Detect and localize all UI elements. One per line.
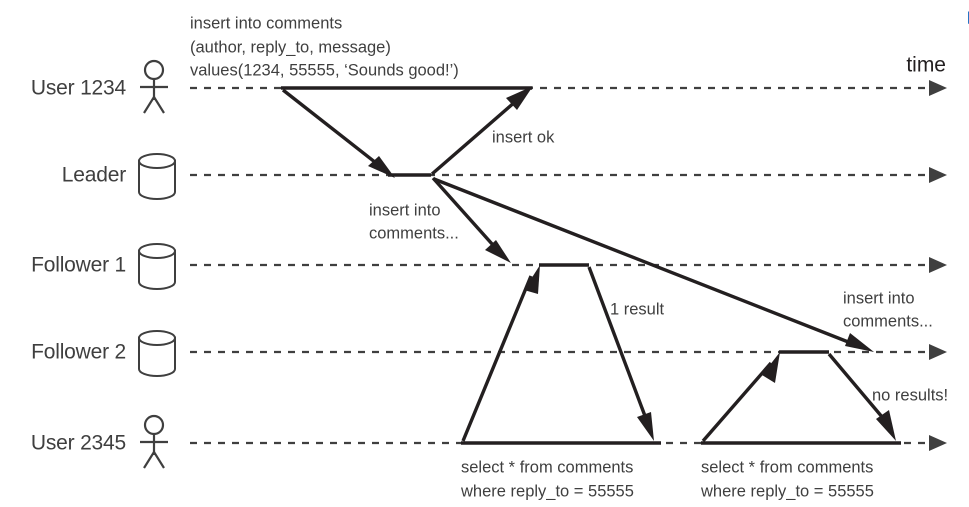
message-label-no-results: no results! [872, 386, 948, 404]
message-arrows-group [281, 86, 896, 443]
replicate-follower2-line-2: comments... [843, 312, 933, 330]
time-axis-label: time [906, 54, 946, 77]
read-query-1-line-1: select * from comments [461, 458, 633, 476]
message-label-read-query-2: select * from comments where reply_to = … [700, 458, 874, 500]
corner-mark: ┌ [962, 2, 969, 24]
stick-figure-icon [140, 59, 168, 114]
actor-icons-group [138, 59, 176, 469]
actor-label-follower2: Follower 2 [31, 341, 126, 364]
lifeline-arrowhead-leader [929, 167, 947, 183]
message-arrow-replicate-follower1 [431, 176, 511, 263]
message-label-one-result: 1 result [610, 300, 665, 318]
database-cylinder-icon [138, 330, 176, 377]
write-request-line-3: values(1234, 55555, ‘Sounds good!’) [190, 61, 459, 79]
message-label-replicate-follower1: insert into comments... [369, 201, 459, 242]
sequence-diagram: User 1234 Leader Follower 1 Follower 2 U… [0, 0, 969, 507]
actor-label-user1234: User 1234 [31, 77, 127, 100]
message-arrow-read-query-2 [701, 352, 780, 443]
message-label-read-query-1: select * from comments where reply_to = … [460, 458, 634, 500]
lifeline-arrowhead-follower2 [929, 344, 947, 360]
stick-figure-icon [140, 414, 168, 469]
write-request-line-1: insert into comments [190, 14, 342, 32]
actor-label-leader: Leader [62, 164, 126, 187]
message-arrow-read-response-1 [587, 266, 654, 441]
message-label-write-request: insert into comments (author, reply_to, … [190, 14, 459, 79]
database-cylinder-icon [138, 243, 176, 290]
message-arrow-write-request [281, 88, 395, 178]
write-request-line-2: (author, reply_to, message) [190, 38, 391, 56]
lifeline-arrowhead-follower1 [929, 257, 947, 273]
replicate-follower1-line-1: insert into [369, 201, 441, 219]
read-query-2-line-1: select * from comments [701, 458, 873, 476]
message-label-insert-ok: insert ok [492, 128, 555, 146]
read-query-2-line-2: where reply_to = 55555 [700, 482, 874, 500]
lifeline-arrowhead-user2345 [929, 435, 947, 451]
message-label-replicate-follower2: insert into comments... [843, 289, 933, 330]
replicate-follower1-line-2: comments... [369, 224, 459, 242]
actor-label-follower1: Follower 1 [31, 254, 126, 277]
lifeline-arrowhead-user1234 [929, 80, 947, 96]
replicate-follower2-line-1: insert into [843, 289, 915, 307]
read-query-1-line-2: where reply_to = 55555 [460, 482, 634, 500]
database-cylinder-icon [138, 153, 176, 200]
actor-labels-group: User 1234 Leader Follower 1 Follower 2 U… [31, 77, 127, 455]
actor-label-user2345: User 2345 [31, 432, 126, 455]
diagram-canvas: User 1234 Leader Follower 1 Follower 2 U… [31, 2, 969, 500]
